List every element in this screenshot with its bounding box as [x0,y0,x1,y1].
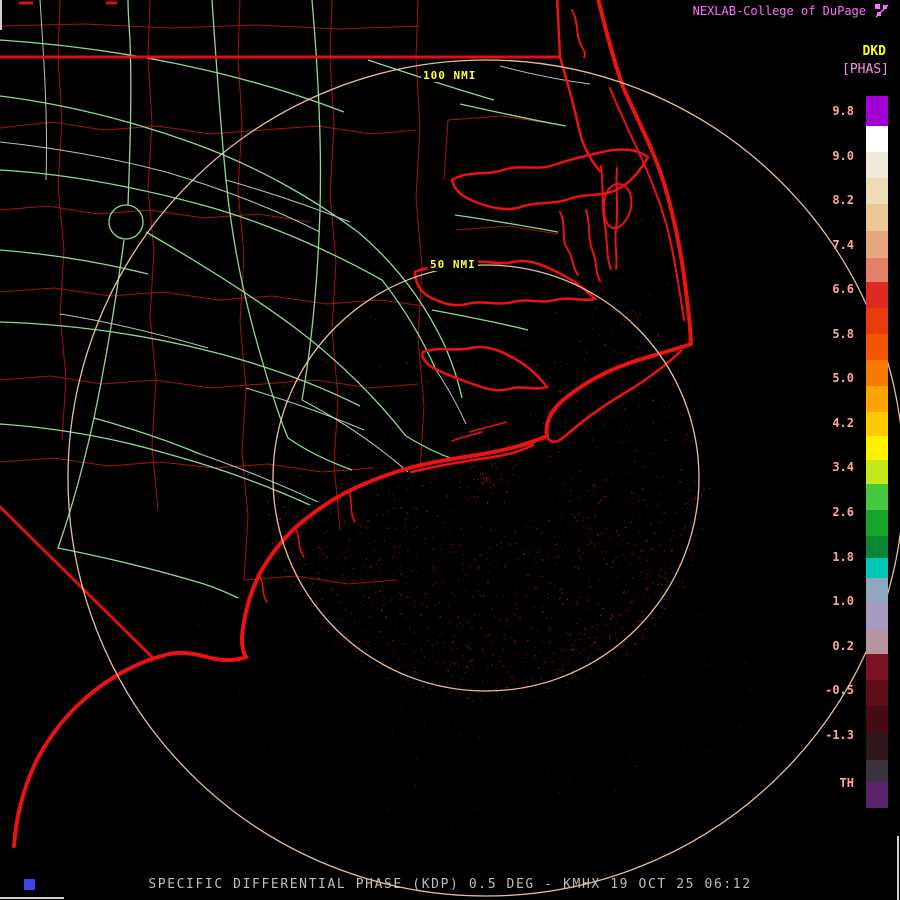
colorbar-segment [866,258,888,282]
colorbar-segment [866,510,888,536]
coastline [12,0,693,848]
colorbar-segment [866,602,888,630]
colorbar-threshold-label: TH [839,776,854,790]
colorbar-tick: -0.5 [825,683,854,698]
product-title-text: SPECIFIC DIFFERENTIAL PHASE (KDP) 0.5 DE… [148,877,752,892]
colorbar-segment [866,386,888,412]
colorbar-segment [866,231,888,258]
highways [0,0,567,599]
colorbar-segment [866,436,888,460]
colorbar-segment [866,654,888,680]
colorbar-segment [866,334,888,360]
frame-line-bottom-left [0,897,64,899]
colorbar-tick: 2.6 [832,504,854,519]
frame-line-bottom-right [897,836,899,900]
colorbar-tick: 1.0 [832,594,854,609]
colorbar-tick: 1.8 [832,549,854,564]
colorbar-segment [866,630,888,654]
colorbar-segment [866,360,888,386]
colorbar-tick: 5.0 [832,371,854,386]
colorbar-tick: 8.2 [832,193,854,208]
colorbar-segment [866,536,888,558]
colorbar-segment [866,204,888,231]
frame-line-top-left [0,0,2,30]
radar-map-canvas [0,0,900,897]
colorbar-segment [866,412,888,436]
radar-display: NEXLAB-College of DuPage DKD [PHAS] 9.8 9… [0,0,900,900]
colorbar-tick: 4.2 [832,415,854,430]
colorbar-segment [866,126,888,152]
site-credit-text: NEXLAB-College of DuPage [692,4,866,18]
colorbar [866,96,888,808]
nexlab-logo-icon [875,4,889,18]
colorbar-tick: 6.6 [832,282,854,297]
colorbar-tick: -1.3 [825,727,854,742]
colorbar-tick: 0.2 [832,638,854,653]
colorbar-segment [866,732,888,760]
minor-roads [0,0,591,503]
colorbar-segment [866,578,888,602]
colorbar-segment [866,96,888,126]
product-id-label: DKD [862,44,886,59]
range-ring-label: 100 NMI [421,69,479,82]
colorbar-segment [866,308,888,334]
colorbar-tick: 3.4 [832,460,854,475]
colorbar-tick: 9.0 [832,148,854,163]
product-units-label: [PHAS] [842,62,889,77]
colorbar-segment [866,152,888,178]
colorbar-segment [866,680,888,706]
range-ring-label: 50 NMI [428,258,478,271]
colorbar-tick: 7.4 [832,237,854,252]
colorbar-segment [866,558,888,578]
corner-marker-square [24,879,35,890]
colorbar-segment [866,484,888,510]
colorbar-segment [866,460,888,484]
colorbar-segment [866,282,888,308]
colorbar-segment [866,760,888,782]
colorbar-segment [866,706,888,732]
colorbar-tick: 5.8 [832,326,854,341]
colorbar-segment [866,178,888,204]
colorbar-tick: 9.8 [832,104,854,118]
state-borders [0,1,561,661]
colorbar-segment [866,782,888,808]
